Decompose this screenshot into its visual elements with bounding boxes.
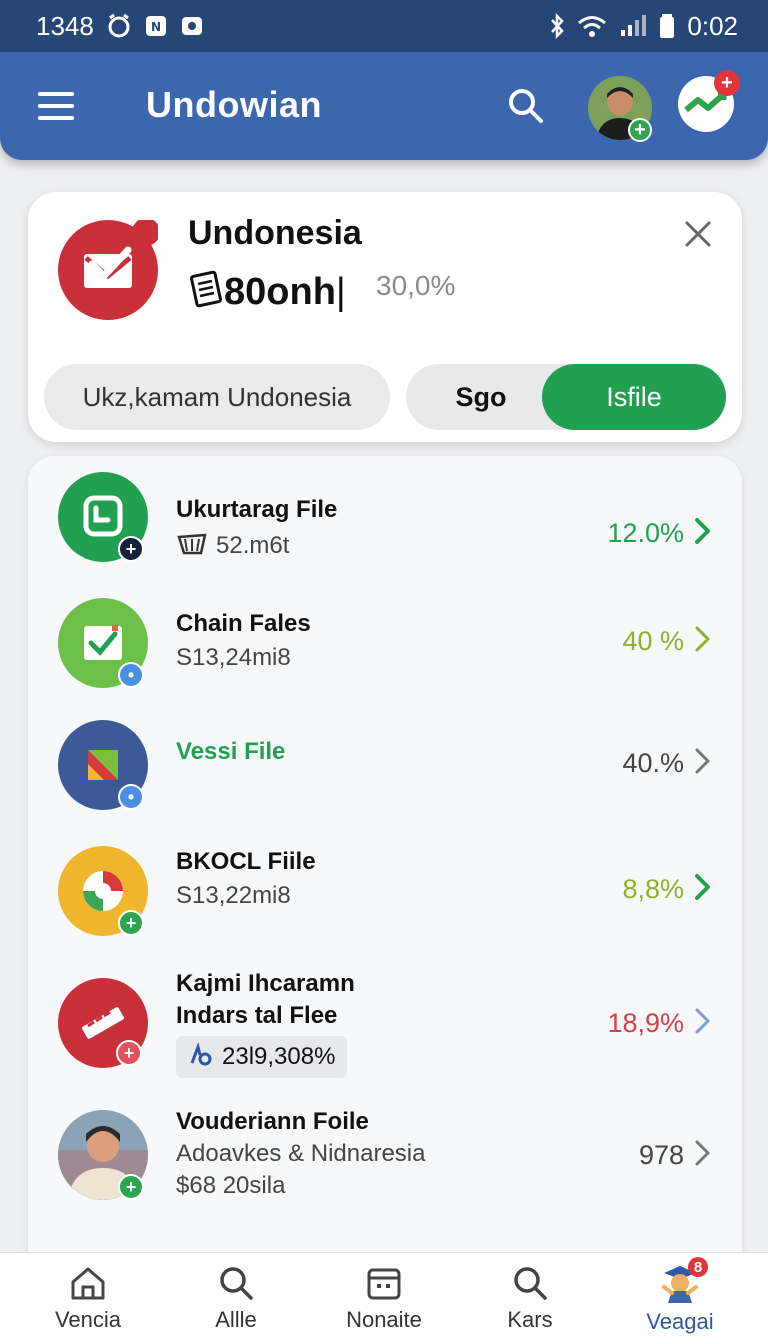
nav-label: Vencia (54, 1307, 122, 1332)
list-item[interactable]: + Ukurtarag File 52.m6t 12.0% (28, 472, 742, 582)
home-icon (71, 1267, 105, 1300)
item-subtitle-2: $68 20sila (176, 1172, 286, 1199)
alarm-icon (106, 13, 132, 39)
nav-item-veagai[interactable]: 8 Veagai (620, 1257, 740, 1343)
status-time-left: 1348 (36, 10, 94, 41)
search-icon (514, 1267, 547, 1300)
notification-badge: + (714, 70, 740, 96)
calendar-icon (367, 1268, 401, 1300)
item-value: 40.% (622, 748, 684, 778)
bottom-nav: Vencia Allle Nonaite Kars 8 Veagai (0, 1252, 768, 1344)
item-tag: 23l9,308% (176, 1036, 348, 1078)
clock-doc-icon: + (58, 472, 148, 562)
nav-label: Kars (507, 1307, 553, 1332)
basket-icon (176, 531, 208, 566)
nav-item-vencia[interactable]: Vencia (28, 1263, 148, 1343)
item-subtitle: Adoavkes & Nidnaresia (176, 1140, 426, 1167)
list-item[interactable]: • Vessi File 40.% (28, 720, 742, 830)
file-list: + Ukurtarag File 52.m6t 12.0% • Chain Fa… (28, 456, 742, 1256)
summary-amount: 80onh| (188, 270, 346, 318)
user-avatar[interactable]: + (588, 76, 652, 142)
app-logo[interactable]: + (678, 70, 740, 132)
text-cursor: | (335, 271, 346, 313)
search-icon (220, 1267, 253, 1300)
nav-label: Allle (215, 1307, 257, 1332)
search-icon[interactable] (506, 86, 546, 126)
app-bar: Undowian + + (0, 52, 768, 160)
list-item[interactable]: + Kajmi Ihcaramn Indars tal Flee 23l9,30… (28, 968, 742, 1098)
add-badge-icon: + (628, 118, 652, 142)
signal-icon (619, 14, 647, 38)
mail-check-icon (58, 218, 160, 320)
info-badge-icon: • (118, 784, 144, 810)
item-value: 18,9% (607, 1008, 684, 1038)
item-title: Vouderiann Foile (176, 1108, 369, 1135)
chevron-right-icon (692, 516, 714, 546)
list-item[interactable]: + BKOCL Fiile S13,22mi8 8,8% (28, 846, 742, 956)
pencil-icon: + (58, 978, 148, 1068)
summary-percent: 30,0% (376, 270, 456, 301)
segment-isfile[interactable]: Isfile (542, 364, 726, 430)
item-title-line2: Indars tal Flee (176, 1002, 338, 1029)
item-title: Chain Fales (176, 610, 311, 637)
nav-label: Nonaite (346, 1307, 422, 1332)
segmented-control: Sgo Isfile (406, 364, 726, 430)
list-item[interactable]: • Chain Fales S13,24mi8 40 % (28, 598, 742, 708)
status-bar: 1348 N 0:02 (0, 0, 768, 52)
document-icon (188, 270, 224, 318)
person-avatar: + (58, 1110, 148, 1200)
wifi-icon (577, 14, 607, 38)
item-subtitle: S13,24mi8 (176, 644, 291, 671)
bluetooth-icon (549, 13, 565, 39)
item-title: BKOCL Fiile (176, 848, 316, 875)
chevron-right-icon (692, 1138, 714, 1168)
nav-label: Veagai (646, 1309, 714, 1334)
nav-item-allle[interactable]: Allle (176, 1263, 296, 1343)
segment-sgo[interactable]: Sgo (406, 364, 556, 430)
summary-amount-value: 80onh (224, 271, 336, 313)
notification-app-icon (180, 14, 204, 38)
item-title-line1: Kajmi Ihcaramn (176, 970, 355, 997)
chart-icon (188, 1041, 214, 1074)
item-subtitle: 52.m6t (176, 530, 289, 566)
add-badge-icon: + (118, 1174, 144, 1200)
nav-badge: 8 (688, 1257, 708, 1277)
chevron-right-icon (692, 624, 714, 654)
list-item[interactable]: + Vouderiann Foile Adoavkes & Nidnaresia… (28, 1106, 742, 1216)
app-title: Undowian (146, 84, 322, 125)
swirl-icon: + (58, 846, 148, 936)
item-value: 8,8% (622, 874, 684, 904)
svg-text:N: N (151, 20, 161, 34)
summary-card: Undonesia 80onh| 30,0% Ukz,kamam Undones… (28, 192, 742, 442)
item-value: 978 (638, 1140, 684, 1170)
location-field[interactable]: Ukz,kamam Undonesia (44, 364, 390, 430)
item-tag-text: 23l9,308% (222, 1043, 336, 1070)
add-badge-icon: + (116, 1040, 142, 1066)
nfc-icon: N (144, 14, 168, 38)
battery-icon (659, 13, 675, 39)
summary-title: Undonesia (188, 214, 362, 252)
nav-item-nonaite[interactable]: Nonaite (324, 1263, 444, 1343)
add-badge-icon: + (118, 536, 144, 562)
item-subtitle-text: 52.m6t (216, 532, 290, 559)
info-badge-icon: • (118, 662, 144, 688)
close-icon[interactable] (684, 220, 712, 248)
chevron-right-icon (692, 872, 714, 902)
chevron-right-icon (692, 746, 714, 776)
item-subtitle: S13,22mi8 (176, 882, 291, 909)
checkbox-icon: • (58, 598, 148, 688)
item-value: 40 % (622, 626, 684, 656)
hamburger-menu-icon[interactable] (36, 90, 76, 122)
item-title: Ukurtarag File (176, 496, 338, 523)
chevron-right-icon (692, 1006, 714, 1036)
status-time-right: 0:02 (687, 10, 738, 41)
cube-icon: • (58, 720, 148, 810)
nav-item-kars[interactable]: Kars (470, 1263, 590, 1343)
add-badge-icon: + (118, 910, 144, 936)
item-value: 12.0% (607, 518, 684, 548)
item-title: Vessi File (176, 738, 286, 765)
